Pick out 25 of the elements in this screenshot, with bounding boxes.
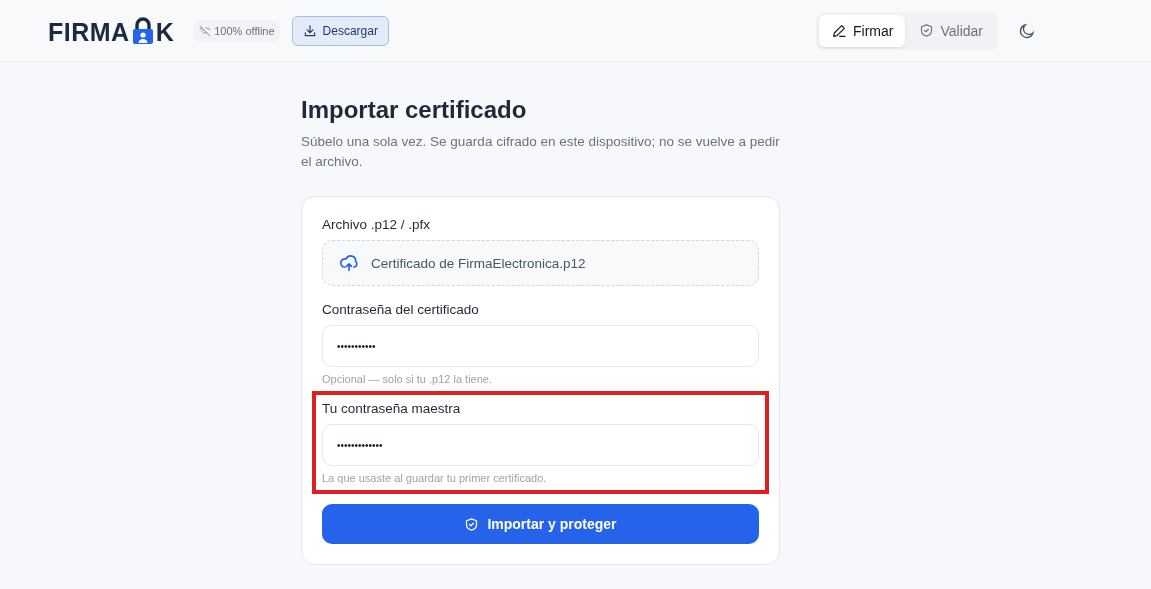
download-button[interactable]: Descargar bbox=[291, 15, 389, 46]
nav-tab[interactable]: Firmar bbox=[819, 14, 906, 47]
shield-check-icon bbox=[919, 23, 935, 38]
field-label: Archivo .p12 / .pfx bbox=[322, 217, 432, 232]
wifi-off-icon bbox=[199, 24, 212, 37]
import-button[interactable]: Importar y proteger bbox=[322, 504, 759, 544]
field-hint: Opcional — solo si tu .p12 la tiene. bbox=[322, 373, 493, 385]
shield-check-icon bbox=[464, 516, 480, 532]
logo-text: FIRMA bbox=[48, 19, 130, 45]
logo-text: K bbox=[155, 19, 175, 45]
page-title: Importar certificado bbox=[301, 96, 528, 124]
page-subtitle: Súbelo una sola vez. Se guarda cifrado en este dispositivo; no se vuelve a pedir el archivo. bbox=[301, 133, 780, 171]
pen-icon bbox=[831, 22, 847, 39]
field-label: Tu contraseña maestra bbox=[322, 401, 462, 416]
field-hint: La que usaste al guardar tu primer certificado. bbox=[322, 472, 548, 484]
moon-icon[interactable] bbox=[1018, 21, 1036, 40]
password-field[interactable]: ••••••••••• bbox=[322, 325, 759, 367]
password-field[interactable]: ••••••••••••• bbox=[322, 424, 759, 466]
lock-icon bbox=[130, 16, 155, 45]
field-label: Contraseña del certificado bbox=[322, 302, 480, 317]
offline-badge: 100% offline bbox=[194, 19, 280, 42]
download-icon bbox=[302, 23, 317, 38]
file-drop-field[interactable]: Certificado de FirmaElectronica.p12 bbox=[322, 240, 759, 286]
nav-tab[interactable]: Validar bbox=[907, 14, 995, 47]
cloud-upload-icon bbox=[339, 253, 359, 273]
